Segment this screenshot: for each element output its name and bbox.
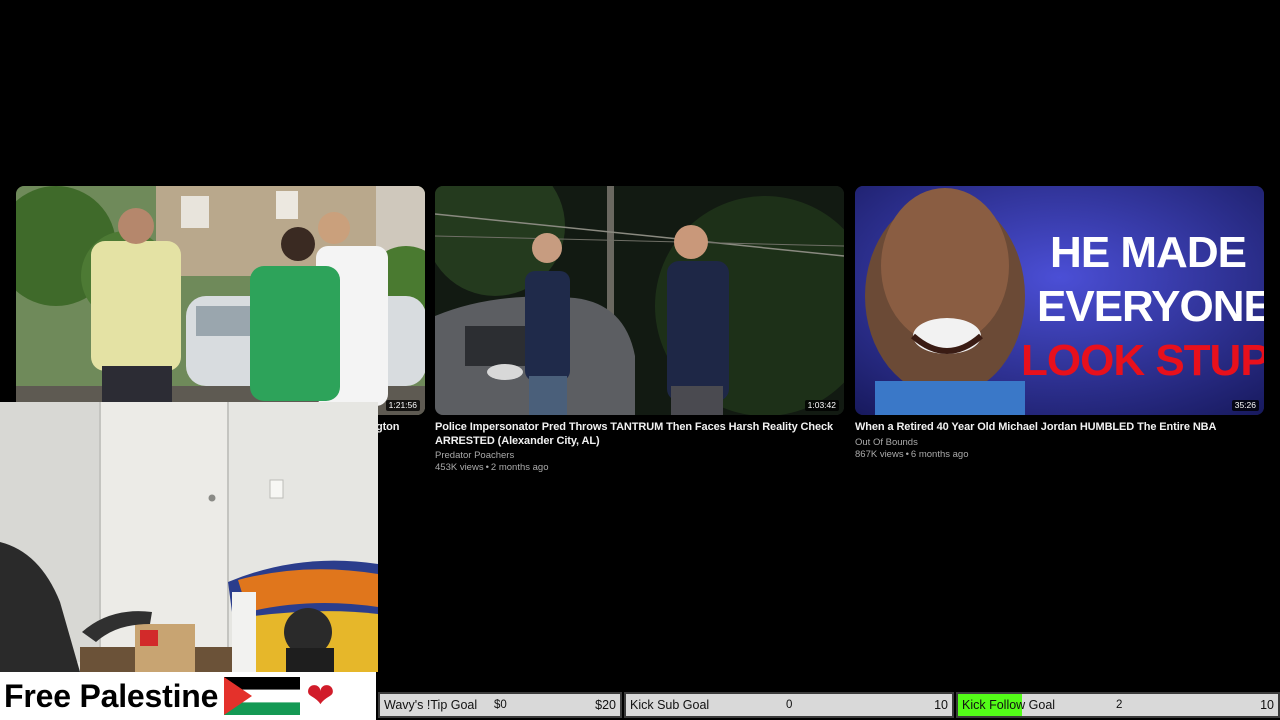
goal-current: $0 <box>494 699 507 711</box>
video-duration: 1:03:42 <box>804 400 839 411</box>
heart-icon: ❤ <box>306 677 335 715</box>
sub-goal-bar: Kick Sub Goal 0 10 <box>624 692 954 718</box>
goal-current: 2 <box>1116 699 1123 711</box>
thumbnail-image <box>435 186 844 415</box>
tip-goal-bar: Wavy's !Tip Goal $0 $20 <box>378 692 622 718</box>
video-meta: 867K views • 6 months ago <box>855 449 1264 461</box>
goal-target: $20 <box>595 698 616 712</box>
video-duration: 1:21:56 <box>385 400 420 411</box>
video-thumbnail[interactable]: HE MADE EVERYONE LOOK STUPID 35:26 <box>855 186 1264 415</box>
thumbnail-text: HE MADE EVERYONE LOOK STUPID <box>1021 228 1264 385</box>
video-card[interactable]: 1:21:56 gton <box>16 186 425 435</box>
view-count: 867K views <box>855 448 904 460</box>
free-palestine-banner: Free Palestine ❤ <box>0 672 376 720</box>
upload-age: 6 months ago <box>910 448 969 460</box>
video-thumbnail[interactable]: 1:03:42 <box>435 186 844 415</box>
upload-age: 2 months ago <box>490 462 549 473</box>
channel-name[interactable]: Out Of Bounds <box>855 437 1264 449</box>
goal-label: Kick Follow Goal <box>962 698 1056 712</box>
channel-name[interactable]: Predator Poachers <box>435 450 844 462</box>
palestine-flag-icon <box>224 677 301 715</box>
video-meta: 453K views • 2 months ago <box>435 462 844 474</box>
video-duration: 35:26 <box>1231 400 1259 411</box>
meta-separator: • <box>485 462 489 473</box>
goal-current: 0 <box>786 699 793 711</box>
webcam-feed <box>0 402 378 672</box>
video-title[interactable]: Police Impersonator Pred Throws TANTRUM … <box>435 421 844 448</box>
video-title[interactable]: When a Retired 40 Year Old Michael Jorda… <box>855 421 1264 435</box>
video-card[interactable]: HE MADE EVERYONE LOOK STUPID 35:26 When … <box>855 186 1264 461</box>
goal-label: Kick Sub Goal <box>630 698 710 712</box>
webcam-image <box>0 402 378 672</box>
follow-goal-bar: Kick Follow Goal 2 10 <box>956 692 1280 718</box>
meta-separator: • <box>905 448 909 460</box>
goal-target: 10 <box>934 698 948 712</box>
video-thumbnail[interactable]: 1:21:56 <box>16 186 425 415</box>
banner-text: Free Palestine <box>4 678 219 714</box>
thumbnail-image <box>16 186 425 415</box>
goal-label: Wavy's !Tip Goal <box>384 698 478 712</box>
goal-target: 10 <box>1260 698 1274 712</box>
stream-overlay: 1:21:56 gton 1:03:42 Police Impersonator… <box>0 0 1280 720</box>
view-count: 453K views <box>435 462 484 473</box>
video-card[interactable]: 1:03:42 Police Impersonator Pred Throws … <box>435 186 844 474</box>
